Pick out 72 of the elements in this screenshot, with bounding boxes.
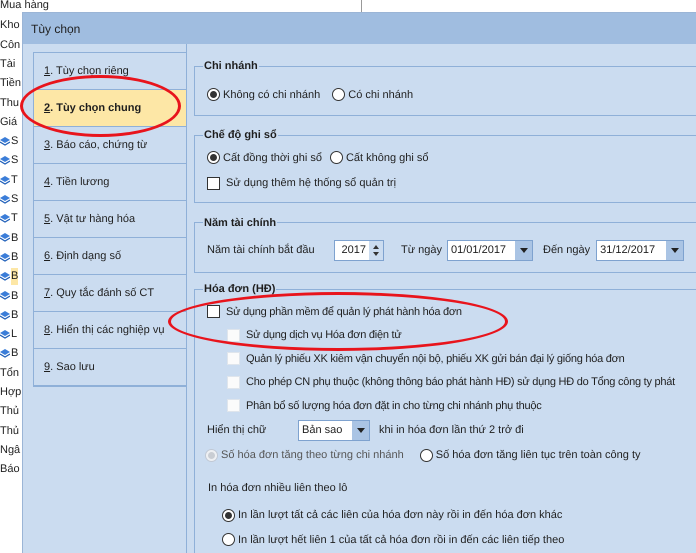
- radio-label: Số hóa đơn tăng theo từng chi nhánh: [221, 448, 404, 463]
- checkbox-label: Cho phép CN phụ thuộc (không thông báo phát hành HĐ) sử dụng HĐ do Tổng công ty phát: [246, 375, 675, 390]
- tree-item-label[interactable]: B: [11, 288, 18, 304]
- field-label: Đến ngày: [543, 243, 590, 258]
- checkbox-label: Quản lý phiếu XK kiêm vận chuyển nội bộ, phiếu XK gửi bán đại lý giống hóa đơn: [246, 352, 625, 366]
- group-title: Năm tài chính: [203, 216, 278, 230]
- tree-item-label[interactable]: Mua hàng: [0, 0, 49, 14]
- checkbox[interactable]: [207, 305, 220, 318]
- radio-button[interactable]: [207, 151, 220, 164]
- tree-item-label[interactable]: B: [11, 248, 18, 266]
- tree-item-label[interactable]: T: [11, 210, 18, 227]
- display-text-dropdown[interactable]: Bản sao: [298, 420, 370, 441]
- date-field[interactable]: 01/01/2017: [447, 240, 533, 261]
- radio-label: In lần lượt hết liên 1 của tất cả hóa đơn rồi in đến các liên tiếp theo: [238, 532, 564, 548]
- tree-item-label[interactable]: B: [11, 268, 18, 285]
- sidebar-item[interactable]: 4. Tiền lương: [34, 164, 186, 201]
- group-title: Chi nhánh: [203, 59, 259, 74]
- sidebar-item[interactable]: 2. Tùy chọn chung: [34, 90, 186, 127]
- checkbox-label: Sử dụng phần mềm để quản lý phát hành hóa đơn: [226, 304, 462, 320]
- sidebar-item[interactable]: 7. Quy tắc đánh số CT: [34, 275, 186, 312]
- radio-label: Có chi nhánh: [348, 88, 414, 102]
- tree-item-label[interactable]: Kho: [0, 17, 20, 34]
- sidebar-item[interactable]: 6. Định dạng số: [34, 238, 186, 275]
- sidebar-item[interactable]: 8. Hiển thị các nghiệp vụ: [34, 312, 186, 349]
- radio-button[interactable]: [332, 88, 346, 102]
- tree-item-label[interactable]: Hợp: [0, 384, 22, 401]
- window-title: Tùy chọn: [31, 20, 80, 38]
- tree-item-label[interactable]: Côn: [0, 36, 20, 54]
- radio-button[interactable]: [222, 533, 235, 546]
- radio-button[interactable]: [222, 508, 235, 522]
- tree-item-label[interactable]: S: [11, 152, 18, 169]
- tree-item-label[interactable]: Ngâ: [0, 442, 20, 458]
- radio-label: Không có chi nhánh: [223, 88, 320, 102]
- tree-item-label[interactable]: S: [11, 191, 18, 208]
- group-title: Chế độ ghi sổ: [203, 128, 278, 143]
- tree-item-label[interactable]: Giá: [0, 114, 18, 130]
- radio-button[interactable]: [420, 448, 433, 462]
- section-label: In hóa đơn nhiều liên theo lô: [207, 480, 348, 496]
- tree-item-label[interactable]: L: [11, 326, 18, 343]
- radio-label: Cất đồng thời ghi sổ: [223, 150, 322, 166]
- sidebar-item[interactable]: 5. Vật tư hàng hóa: [34, 201, 186, 238]
- tree-item-label[interactable]: Tiền: [0, 75, 21, 92]
- tree-item-label[interactable]: T: [11, 172, 18, 188]
- radio-label: Số hóa đơn tăng liên tục trên toàn công ty: [436, 448, 641, 463]
- radio-label: In lần lượt tất cả các liên của hóa đơn này rồi in đến hóa đơn khác: [238, 508, 562, 523]
- tree-item-label[interactable]: S: [11, 133, 18, 150]
- tree-item-label[interactable]: Tài: [0, 56, 16, 72]
- checkbox-label: Sử dụng dịch vụ Hóa đơn điện tử: [246, 328, 402, 343]
- sidebar-item[interactable]: 9. Sao lưu: [34, 349, 186, 386]
- tree-item-label[interactable]: B: [11, 345, 18, 362]
- tree-item-label[interactable]: Thủ: [0, 403, 19, 420]
- field-label: khi in hóa đơn lần thứ 2 trở đi: [379, 423, 524, 438]
- field-label: Hiển thị chữ: [207, 423, 268, 438]
- sidebar-item[interactable]: 3. Báo cáo, chứng từ: [34, 127, 186, 164]
- date-field[interactable]: 31/12/2017: [596, 240, 684, 261]
- tree-item-label[interactable]: B: [11, 230, 18, 246]
- spinner-arrows-icon[interactable]: [369, 241, 383, 260]
- field-label: Từ ngày: [401, 243, 442, 258]
- radio-label: Cất không ghi sổ: [346, 150, 429, 166]
- tree-item-label[interactable]: Báo: [0, 461, 20, 478]
- radio-button[interactable]: [330, 151, 343, 164]
- checkbox-label: Phân bổ số lượng hóa đơn đặt in cho từng chi nhánh phụ thuộc: [246, 398, 542, 414]
- group-title: Hóa đơn (HĐ): [203, 282, 276, 297]
- tree-item-label[interactable]: Thủ: [0, 422, 19, 440]
- tree-item-label[interactable]: Tổn: [0, 364, 19, 382]
- checkbox-label: Sử dụng thêm hệ thống sổ quản trị: [226, 176, 396, 191]
- tree-item-label[interactable]: Thu: [0, 94, 19, 112]
- checkbox[interactable]: [207, 176, 220, 190]
- field-label: Năm tài chính bắt đầu: [207, 242, 316, 258]
- tree-item-label[interactable]: B: [11, 306, 18, 324]
- year-spinner[interactable]: 2017: [334, 240, 384, 261]
- radio-button[interactable]: [207, 88, 220, 102]
